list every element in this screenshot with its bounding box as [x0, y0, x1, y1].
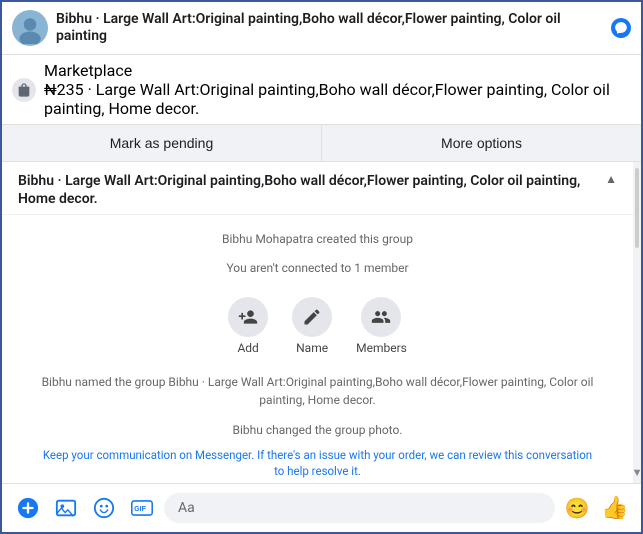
- messenger-window: Bibhu · Large Wall Art:Original painting…: [0, 0, 643, 534]
- chat-inner: Bibhu Mohapatra created this group You a…: [2, 215, 633, 483]
- marketplace-notice: Keep your communication on Messenger. If…: [38, 447, 597, 479]
- chat-header: Bibhu · Large Wall Art:Original painting…: [2, 2, 641, 55]
- input-placeholder: Aa: [178, 500, 195, 516]
- action-icons-row: Add Name: [18, 297, 617, 355]
- name-icon-circle: [292, 297, 332, 337]
- messenger-icon: [611, 18, 631, 38]
- add-icon-circle: [228, 297, 268, 337]
- marketplace-desc: ₦235 · Large Wall Art:Original painting,…: [44, 80, 631, 118]
- members-action[interactable]: Members: [356, 297, 407, 355]
- avatar: [12, 10, 48, 46]
- like-button[interactable]: 👍: [599, 492, 631, 524]
- system-created: Bibhu Mohapatra created this group: [18, 231, 617, 248]
- name-action[interactable]: Name: [292, 297, 332, 355]
- more-options-button[interactable]: More options: [322, 125, 641, 161]
- members-icon-circle: [361, 297, 401, 337]
- add-action[interactable]: Add: [228, 297, 268, 355]
- system-not-connected: You aren't connected to 1 member: [18, 260, 617, 277]
- group-title-text: Bibhu · Large Wall Art:Original painting…: [18, 172, 601, 208]
- marketplace-info: Marketplace ₦235 · Large Wall Art:Origin…: [44, 61, 631, 118]
- scroll-up-arrow: ▲: [605, 172, 617, 186]
- group-title-bar: Bibhu · Large Wall Art:Original painting…: [2, 162, 633, 215]
- chat-area: Bibhu · Large Wall Art:Original painting…: [2, 162, 633, 483]
- marketplace-bar: Marketplace ₦235 · Large Wall Art:Origin…: [2, 55, 641, 125]
- marketplace-label: Marketplace: [44, 61, 631, 80]
- emoji-button[interactable]: 😊: [561, 492, 593, 524]
- text-input[interactable]: Aa: [164, 493, 555, 523]
- plus-button[interactable]: [12, 492, 44, 524]
- scrollbar[interactable]: ▼: [633, 162, 641, 483]
- bottom-toolbar: GIF Aa 😊 👍: [2, 483, 641, 532]
- image-button[interactable]: [50, 492, 82, 524]
- scroll-down-indicator: ▼: [632, 466, 641, 479]
- mark-pending-button[interactable]: Mark as pending: [2, 125, 322, 161]
- changed-photo-text: Bibhu changed the group photo.: [18, 421, 617, 439]
- sticker-button[interactable]: [88, 492, 120, 524]
- svg-text:GIF: GIF: [134, 506, 146, 513]
- add-label: Add: [237, 341, 258, 355]
- marketplace-icon: [12, 78, 36, 102]
- header-title: Bibhu · Large Wall Art:Original painting…: [56, 11, 611, 45]
- name-label: Name: [296, 341, 328, 355]
- action-buttons-row: Mark as pending More options: [2, 125, 641, 162]
- named-group-text: Bibhu named the group Bibhu · Large Wall…: [18, 373, 617, 409]
- members-label: Members: [356, 341, 407, 355]
- scrollbar-thumb: [635, 168, 639, 248]
- gif-button[interactable]: GIF: [126, 492, 158, 524]
